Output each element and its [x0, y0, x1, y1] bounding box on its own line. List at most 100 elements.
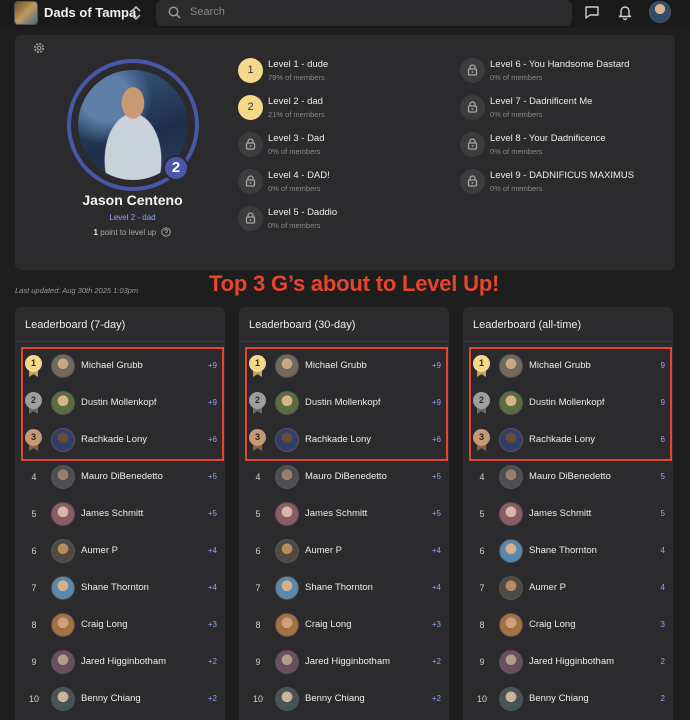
member-avatar[interactable] — [51, 576, 75, 600]
member-name[interactable]: James Schmitt — [305, 496, 367, 532]
level-item: Level 5 - Daddio 0% of members — [238, 206, 438, 236]
leaderboard-row[interactable]: 8 Craig Long +3 — [239, 607, 449, 643]
level-title: Level 7 - Dadnificent Me — [490, 96, 593, 107]
leaderboard-row[interactable]: 6 Aumer P +4 — [15, 533, 225, 569]
leaderboard-row[interactable]: 5 James Schmitt 5 — [463, 496, 673, 532]
leaderboard-row[interactable]: 6 Shane Thornton 4 — [463, 533, 673, 569]
member-avatar[interactable] — [51, 613, 75, 637]
member-name[interactable]: Jared Higginbotham — [81, 644, 166, 680]
leaderboard-row[interactable]: 7 Aumer P 4 — [463, 570, 673, 606]
member-points: +5 — [431, 472, 441, 481]
level-members: 0% of members — [490, 184, 543, 193]
level-item: Level 4 - DAD! 0% of members — [238, 169, 438, 199]
lock-icon — [460, 95, 485, 120]
lock-icon — [460, 132, 485, 157]
leaderboard-row[interactable]: 10 Benny Chiang +2 — [239, 681, 449, 717]
member-points: +4 — [431, 583, 441, 592]
member-points: 4 — [660, 546, 665, 555]
member-name[interactable]: Mauro DiBenedetto — [81, 459, 163, 495]
member-avatar[interactable] — [275, 613, 299, 637]
member-name[interactable]: Aumer P — [81, 533, 118, 569]
member-name[interactable]: Mauro DiBenedetto — [529, 459, 611, 495]
member-name[interactable]: James Schmitt — [529, 496, 591, 532]
member-name[interactable]: Craig Long — [529, 607, 575, 643]
level-members: 0% of members — [490, 147, 543, 156]
member-avatar[interactable] — [51, 687, 75, 711]
member-name[interactable]: Craig Long — [305, 607, 351, 643]
search-input[interactable]: Search — [156, 0, 572, 26]
leaderboard-panel: Leaderboard (all-time) 1 Michael Grubb 9 2 Du… — [463, 307, 673, 720]
member-name[interactable]: Benny Chiang — [305, 681, 365, 717]
member-points: +5 — [207, 509, 217, 518]
member-avatar[interactable] — [499, 539, 523, 563]
last-updated: Last updated: Aug 30th 2025 1:03pm — [15, 286, 139, 295]
member-avatar[interactable] — [51, 502, 75, 526]
leaderboard-row[interactable]: 5 James Schmitt +5 — [15, 496, 225, 532]
level-item: Level 8 - Your Dadnificence 0% of members — [460, 132, 660, 162]
level-members: 0% of members — [490, 73, 543, 82]
member-avatar[interactable] — [275, 576, 299, 600]
member-avatar[interactable] — [499, 613, 523, 637]
divider — [15, 341, 225, 342]
member-name[interactable]: Aumer P — [529, 570, 566, 606]
member-name[interactable]: Shane Thornton — [529, 533, 597, 569]
leaderboard-row[interactable]: 5 James Schmitt +5 — [239, 496, 449, 532]
community-switcher-icon[interactable] — [130, 4, 142, 22]
community-logo[interactable] — [14, 1, 38, 25]
member-avatar[interactable] — [499, 687, 523, 711]
leaderboard-row[interactable]: 8 Craig Long 3 — [463, 607, 673, 643]
help-icon[interactable] — [161, 227, 172, 237]
leaderboard-row[interactable]: 8 Craig Long +3 — [15, 607, 225, 643]
member-avatar[interactable] — [499, 576, 523, 600]
member-avatar[interactable] — [499, 465, 523, 489]
points-to-level-up: 1 point to level up — [30, 227, 235, 237]
chat-icon[interactable] — [584, 5, 600, 20]
leaderboard-row[interactable]: 9 Jared Higginbotham 2 — [463, 644, 673, 680]
leaderboard-row[interactable]: 9 Jared Higginbotham +2 — [15, 644, 225, 680]
member-avatar[interactable] — [275, 539, 299, 563]
member-name[interactable]: Jared Higginbotham — [305, 644, 390, 680]
rank-number: 7 — [31, 583, 37, 593]
member-avatar[interactable] — [499, 650, 523, 674]
rank-number: 9 — [479, 657, 485, 667]
member-avatar[interactable] — [275, 465, 299, 489]
rank-number: 9 — [31, 657, 37, 667]
community-name[interactable]: Dads of Tampa — [44, 5, 136, 20]
leaderboard-row[interactable]: 7 Shane Thornton +4 — [239, 570, 449, 606]
level-badge: 1 — [238, 58, 263, 83]
member-avatar[interactable] — [275, 687, 299, 711]
member-name[interactable]: Shane Thornton — [81, 570, 149, 606]
member-avatar[interactable] — [51, 539, 75, 563]
member-avatar[interactable] — [275, 650, 299, 674]
member-points: 2 — [660, 657, 665, 666]
member-avatar[interactable] — [51, 650, 75, 674]
rank-number: 8 — [255, 620, 261, 630]
leaderboard-row[interactable]: 4 Mauro DiBenedetto +5 — [15, 459, 225, 495]
leaderboard-row[interactable]: 4 Mauro DiBenedetto 5 — [463, 459, 673, 495]
leaderboard-row[interactable]: 6 Aumer P +4 — [239, 533, 449, 569]
leaderboard-title: Leaderboard (7-day) — [25, 319, 126, 331]
member-name[interactable]: Jared Higginbotham — [529, 644, 614, 680]
divider — [239, 341, 449, 342]
bell-icon[interactable] — [618, 4, 632, 20]
member-name[interactable]: Craig Long — [81, 607, 127, 643]
member-name[interactable]: Benny Chiang — [529, 681, 589, 717]
member-name[interactable]: Mauro DiBenedetto — [305, 459, 387, 495]
member-points: +3 — [207, 620, 217, 629]
leaderboard-row[interactable]: 10 Benny Chiang 2 — [463, 681, 673, 717]
member-name[interactable]: Aumer P — [305, 533, 342, 569]
member-avatar[interactable] — [499, 502, 523, 526]
member-name[interactable]: Benny Chiang — [81, 681, 141, 717]
leaderboard-title: Leaderboard (all-time) — [473, 319, 582, 331]
member-name[interactable]: James Schmitt — [81, 496, 143, 532]
leaderboard-panel: Leaderboard (30-day) 1 Michael Grubb +9 2 Dus… — [239, 307, 449, 720]
member-name[interactable]: Shane Thornton — [305, 570, 373, 606]
leaderboard-row[interactable]: 10 Benny Chiang +2 — [15, 681, 225, 717]
leaderboard-row[interactable]: 4 Mauro DiBenedetto +5 — [239, 459, 449, 495]
user-avatar[interactable] — [649, 1, 671, 23]
member-avatar[interactable] — [275, 502, 299, 526]
member-avatar[interactable] — [51, 465, 75, 489]
gear-icon[interactable] — [32, 41, 46, 55]
leaderboard-row[interactable]: 9 Jared Higginbotham +2 — [239, 644, 449, 680]
leaderboard-row[interactable]: 7 Shane Thornton +4 — [15, 570, 225, 606]
